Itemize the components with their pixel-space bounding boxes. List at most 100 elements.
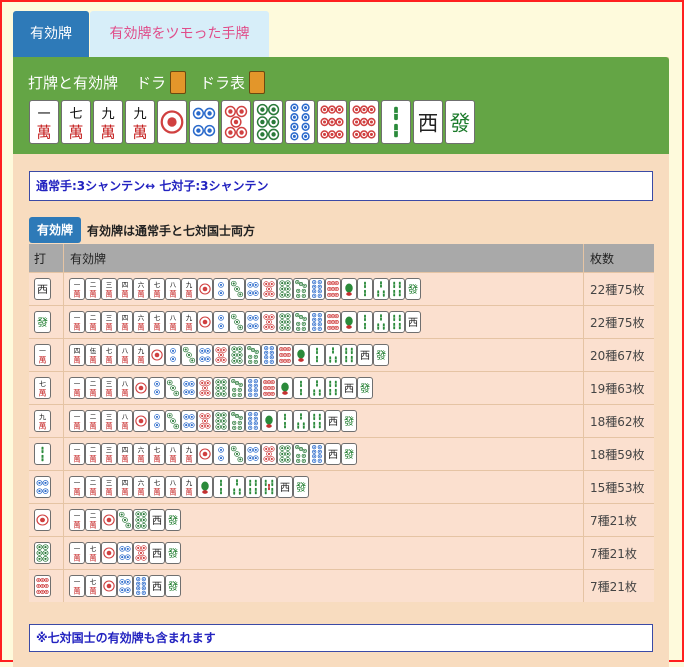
dora-indicator-tile-back-icon[interactable]	[249, 70, 266, 94]
tile-7m-icon: 七萬	[149, 443, 165, 465]
table-row[interactable]: 一萬七萬西發 7種21枚	[29, 569, 654, 602]
svg-text:八: 八	[122, 413, 129, 421]
table-header-row: 打 有効牌 枚数	[29, 244, 654, 273]
svg-text:萬: 萬	[121, 421, 128, 430]
tile-7m-icon: 七萬	[85, 542, 101, 564]
discard-cell	[29, 470, 64, 504]
effective-tile-strip: 一萬二萬三萬四萬六萬七萬八萬九萬西發	[69, 476, 577, 498]
count-cell: 19種63枚	[583, 371, 654, 405]
tile-7m-icon: 七萬	[149, 476, 165, 498]
svg-text:萬: 萬	[73, 454, 80, 463]
dora-tile-back-icon[interactable]	[170, 70, 187, 94]
tile-4p-icon	[34, 476, 51, 498]
svg-text:萬: 萬	[169, 322, 176, 331]
count-cell: 15種53枚	[583, 470, 654, 504]
table-row[interactable]: 七萬一萬二萬三萬八萬西發 19種63枚	[29, 371, 654, 405]
tab-effective-tiles[interactable]: 有効牌	[13, 11, 89, 57]
svg-text:發: 發	[168, 547, 178, 560]
svg-text:九: 九	[186, 280, 193, 289]
svg-text:九: 九	[186, 313, 193, 322]
tile-green-dragon-icon: 發	[34, 311, 51, 333]
svg-text:萬: 萬	[105, 322, 112, 331]
tile-7m-icon: 七萬	[101, 344, 117, 366]
tile-3s-icon	[325, 344, 341, 366]
effective-tiles-cell: 一萬二萬三萬四萬六萬七萬八萬九萬發	[63, 272, 584, 306]
svg-text:萬: 萬	[89, 454, 96, 463]
tile-5p-icon	[261, 278, 277, 300]
table-row[interactable]: 一萬七萬西發 7種21枚	[29, 536, 654, 570]
table-row[interactable]: 一萬二萬三萬四萬六萬七萬八萬九萬西發 18種59枚	[29, 437, 654, 471]
tile-2s-icon	[213, 476, 229, 498]
svg-text:九: 九	[133, 106, 146, 122]
tile-5p-icon	[133, 542, 149, 564]
tile-1p-icon	[101, 509, 117, 531]
tile-green-dragon-icon: 發	[293, 476, 309, 498]
svg-text:萬: 萬	[121, 355, 128, 364]
tile-8m-icon: 八萬	[117, 377, 133, 399]
svg-text:六: 六	[138, 478, 145, 487]
svg-text:萬: 萬	[73, 355, 80, 364]
svg-text:一: 一	[74, 413, 81, 421]
tile-4m-icon: 四萬	[69, 344, 85, 366]
svg-text:八: 八	[122, 380, 129, 388]
tile-9m-icon: 九萬	[181, 278, 197, 300]
table-row[interactable]: 九萬一萬二萬三萬八萬西發 18種62枚	[29, 404, 654, 438]
svg-text:二: 二	[90, 413, 97, 421]
tile-2p-icon	[213, 443, 229, 465]
tile-1p-icon	[101, 542, 117, 564]
tile-3m-icon: 三萬	[101, 443, 117, 465]
tile-9p-icon	[349, 100, 379, 144]
svg-text:萬: 萬	[73, 553, 80, 562]
effective-tile-strip: 一萬二萬三萬四萬六萬七萬八萬九萬發	[69, 278, 577, 300]
discard-cell: 九萬	[29, 404, 64, 438]
tile-8p-icon	[309, 443, 325, 465]
tile-4p-icon	[181, 377, 197, 399]
tile-6m-icon: 六萬	[133, 476, 149, 498]
svg-text:萬: 萬	[101, 123, 116, 141]
count-cell: 18種59枚	[583, 437, 654, 471]
tile-4p-icon	[117, 542, 133, 564]
svg-text:萬: 萬	[39, 388, 47, 398]
table-row[interactable]: 一萬四萬伍萬七萬八萬九萬西發 20種67枚	[29, 338, 654, 372]
tile-9m-icon: 九萬	[181, 311, 197, 333]
svg-text:萬: 萬	[121, 388, 128, 397]
svg-text:二: 二	[90, 446, 97, 454]
svg-text:萬: 萬	[89, 586, 96, 595]
tile-green-dragon-icon: 發	[165, 509, 181, 531]
table-row[interactable]: 一萬二萬三萬四萬六萬七萬八萬九萬西發 15種53枚	[29, 470, 654, 504]
svg-text:萬: 萬	[153, 289, 160, 298]
count-cell: 22種75枚	[583, 272, 654, 306]
svg-text:九: 九	[101, 106, 114, 122]
svg-text:二: 二	[90, 479, 97, 487]
main-panel: 打牌と有効牌 ドラ ドラ表 一萬七萬九萬九萬西發 通常手:3シャンテン↔ 七対子…	[13, 57, 669, 667]
effective-tile-strip: 四萬伍萬七萬八萬九萬西發	[69, 344, 577, 366]
tab-tsumo-hands[interactable]: 有効牌をツモった手牌	[90, 11, 269, 57]
tile-2m-icon: 二萬	[85, 377, 101, 399]
tile-west-icon: 西	[325, 443, 341, 465]
tile-8m-icon: 八萬	[117, 344, 133, 366]
svg-text:一: 一	[74, 512, 81, 520]
effective-tiles-cell: 一萬二萬三萬八萬西發	[63, 404, 584, 438]
shanten-box: 通常手:3シャンテン↔ 七対子:3シャンテン	[29, 171, 653, 201]
svg-text:萬: 萬	[39, 421, 47, 431]
discard-label: 打牌と有効牌	[28, 73, 119, 92]
results-table: 打 有効牌 枚数 西一萬二萬三萬四萬六萬七萬八萬九萬發 22種75枚發一萬二萬三萬…	[29, 244, 654, 602]
tile-4p-icon	[245, 278, 261, 300]
svg-text:萬: 萬	[185, 454, 192, 463]
tile-west-icon: 西	[34, 278, 51, 300]
discard-cell	[29, 536, 64, 570]
table-row[interactable]: 一萬二萬西發 7種21枚	[29, 503, 654, 537]
svg-text:萬: 萬	[39, 355, 47, 365]
tile-3s-icon	[373, 278, 389, 300]
svg-text:西: 西	[37, 285, 48, 296]
svg-text:七: 七	[154, 445, 161, 454]
tile-2p-icon	[165, 344, 181, 366]
table-row[interactable]: 西一萬二萬三萬四萬六萬七萬八萬九萬發 22種75枚	[29, 272, 654, 306]
svg-text:七: 七	[154, 478, 161, 487]
svg-text:伍: 伍	[90, 346, 97, 355]
svg-text:萬: 萬	[185, 289, 192, 298]
svg-text:四: 四	[122, 281, 129, 289]
svg-text:發: 發	[360, 382, 370, 395]
table-row[interactable]: 發一萬二萬三萬四萬六萬七萬八萬九萬西 22種75枚	[29, 305, 654, 339]
tile-3m-icon: 三萬	[101, 476, 117, 498]
